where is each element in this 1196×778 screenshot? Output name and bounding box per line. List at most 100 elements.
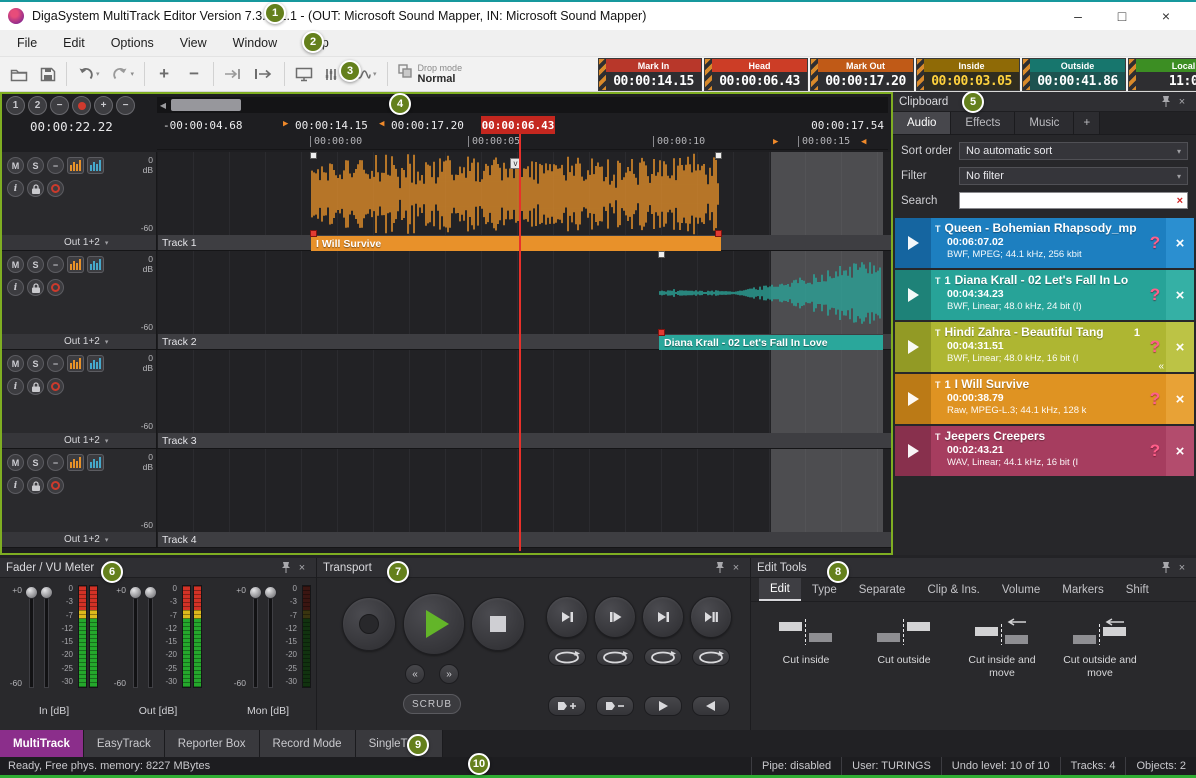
loop-button[interactable] (548, 648, 586, 666)
meter-orange-toggle[interactable] (67, 355, 84, 372)
save-button[interactable] (40, 67, 56, 82)
play-to-end-button[interactable] (546, 596, 588, 638)
lock-button[interactable] (27, 477, 44, 494)
meter-blue-toggle[interactable] (87, 355, 104, 372)
clear-search-icon[interactable]: × (1173, 195, 1187, 207)
remove-clip-button[interactable]: × (1166, 426, 1194, 476)
play-clip-button[interactable] (895, 322, 931, 372)
mute-button[interactable]: M (7, 157, 24, 174)
mute-button[interactable]: M (7, 454, 24, 471)
snap-left-icon[interactable] (224, 68, 242, 80)
record-button[interactable] (342, 597, 396, 651)
timecode-outside[interactable]: Outside00:00:41.86 (1022, 58, 1126, 91)
nudge-forward-button[interactable] (644, 696, 682, 716)
tab-effects[interactable]: Effects (951, 112, 1015, 134)
filter-select[interactable]: No filter ▾ (959, 167, 1188, 185)
play-to-mark-button[interactable] (642, 596, 684, 638)
info-button[interactable]: i (7, 279, 24, 296)
lock-button[interactable] (27, 378, 44, 395)
remove-clip-button[interactable]: × (1166, 218, 1194, 268)
meter-orange-toggle[interactable] (67, 256, 84, 273)
menu-edit[interactable]: Edit (50, 30, 98, 56)
channels-icon[interactable] (325, 67, 339, 82)
search-input[interactable] (960, 195, 1173, 207)
clip-handle[interactable] (715, 152, 722, 159)
mute-button[interactable]: M (7, 256, 24, 273)
close-panel-button[interactable]: × (1174, 96, 1190, 108)
fader-slider[interactable] (143, 584, 158, 700)
add-track-button[interactable]: + (155, 64, 173, 84)
minimize-track-button[interactable]: − (47, 256, 64, 273)
fader-slider[interactable] (24, 584, 39, 700)
solo-button[interactable]: S (27, 256, 44, 273)
chevron-down-icon[interactable]: ▾ (96, 70, 100, 78)
tab-music[interactable]: Music (1015, 112, 1074, 134)
remove-clip-button[interactable]: × (1166, 270, 1194, 320)
rewind-button[interactable]: « (405, 664, 425, 684)
clip-handle[interactable] (658, 329, 665, 336)
clip-handle[interactable] (658, 251, 665, 258)
minimize-track-button[interactable]: − (47, 454, 64, 471)
horizontal-scrollbar[interactable]: ◀ (157, 97, 888, 113)
meter-blue-toggle[interactable] (87, 157, 104, 174)
menu-file[interactable]: File (4, 30, 50, 56)
ruler-mark-in-icon[interactable]: ▶ (773, 137, 778, 147)
sort-order-select[interactable]: No automatic sort ▾ (959, 142, 1188, 160)
clip-title-band[interactable]: Diana Krall - 02 Let's Fall In Love (659, 335, 883, 350)
pin-icon[interactable] (1158, 561, 1174, 574)
chevron-down-icon[interactable]: ▾ (131, 70, 135, 78)
stop-button[interactable] (471, 597, 525, 651)
zoom-in-button[interactable]: + (94, 96, 113, 115)
play-over-cut-button[interactable] (690, 596, 732, 638)
play-button[interactable] (403, 593, 465, 655)
maximize-button[interactable]: □ (1100, 2, 1144, 30)
pin-icon[interactable] (278, 561, 294, 574)
track-lane[interactable]: Track 4 (158, 449, 891, 547)
play-from-start-button[interactable] (594, 596, 636, 638)
solo-button[interactable]: S (27, 157, 44, 174)
question-icon[interactable]: ? (1144, 426, 1166, 476)
remove-track-button[interactable]: − (185, 64, 203, 84)
ruler-mark-out-icon[interactable]: ◀ (861, 137, 866, 147)
fader-knob[interactable] (129, 586, 142, 599)
play-clip-button[interactable] (895, 374, 931, 424)
loop-button[interactable] (596, 648, 634, 666)
info-button[interactable]: i (7, 477, 24, 494)
clip-title-band[interactable]: I Will Survive (311, 236, 721, 251)
play-clip-button[interactable] (895, 218, 931, 268)
tab-shift[interactable]: Shift (1115, 578, 1160, 601)
minimize-track-button[interactable]: − (47, 355, 64, 372)
clipboard-item[interactable]: T 1 Diana Krall - 02 Let's Fall In Lo 00… (895, 270, 1194, 320)
record-arm-button[interactable] (47, 477, 64, 494)
tab-clip-ins[interactable]: Clip & Ins. (916, 578, 990, 601)
info-button[interactable]: i (7, 180, 24, 197)
meter-orange-toggle[interactable] (67, 454, 84, 471)
clipboard-item[interactable]: T 1 I Will Survive 00:00:38.79 Raw, MPEG… (895, 374, 1194, 424)
output-selector[interactable]: Out 1+2 ▾ (2, 532, 156, 547)
play-clip-button[interactable] (895, 270, 931, 320)
loop-button[interactable] (644, 648, 682, 666)
time-ruler[interactable]: 00:00:00 00:00:05 00:00:10 00:00:15 ▶ ◀ (157, 134, 888, 150)
menu-options[interactable]: Options (98, 30, 167, 56)
meter-blue-toggle[interactable] (87, 256, 104, 273)
minimize-button[interactable]: – (1056, 2, 1100, 30)
view-1-button[interactable]: 1 (6, 96, 25, 115)
playhead-cursor[interactable] (519, 134, 521, 551)
remove-clip-button[interactable]: × (1166, 374, 1194, 424)
pin-icon[interactable] (712, 561, 728, 574)
fader-knob[interactable] (264, 586, 277, 599)
timecode-markin[interactable]: Mark In00:00:14.15 (598, 58, 702, 91)
audio-clip[interactable]: Diana Krall - 02 Let's Fall In Love (659, 251, 883, 350)
info-button[interactable]: i (7, 378, 24, 395)
record-enable-button[interactable] (72, 96, 91, 115)
fader-slider[interactable] (128, 584, 143, 700)
fader-slider[interactable] (39, 584, 54, 700)
question-icon[interactable]: ? (1144, 218, 1166, 268)
track-lane[interactable]: Track 3 (158, 350, 891, 448)
record-arm-button[interactable] (47, 378, 64, 395)
loop-button[interactable] (692, 648, 730, 666)
question-icon[interactable]: ? (1144, 270, 1166, 320)
cut-inside-button[interactable]: Cut inside (759, 610, 853, 679)
question-icon[interactable]: ? (1144, 374, 1166, 424)
view-2-button[interactable]: 2 (28, 96, 47, 115)
